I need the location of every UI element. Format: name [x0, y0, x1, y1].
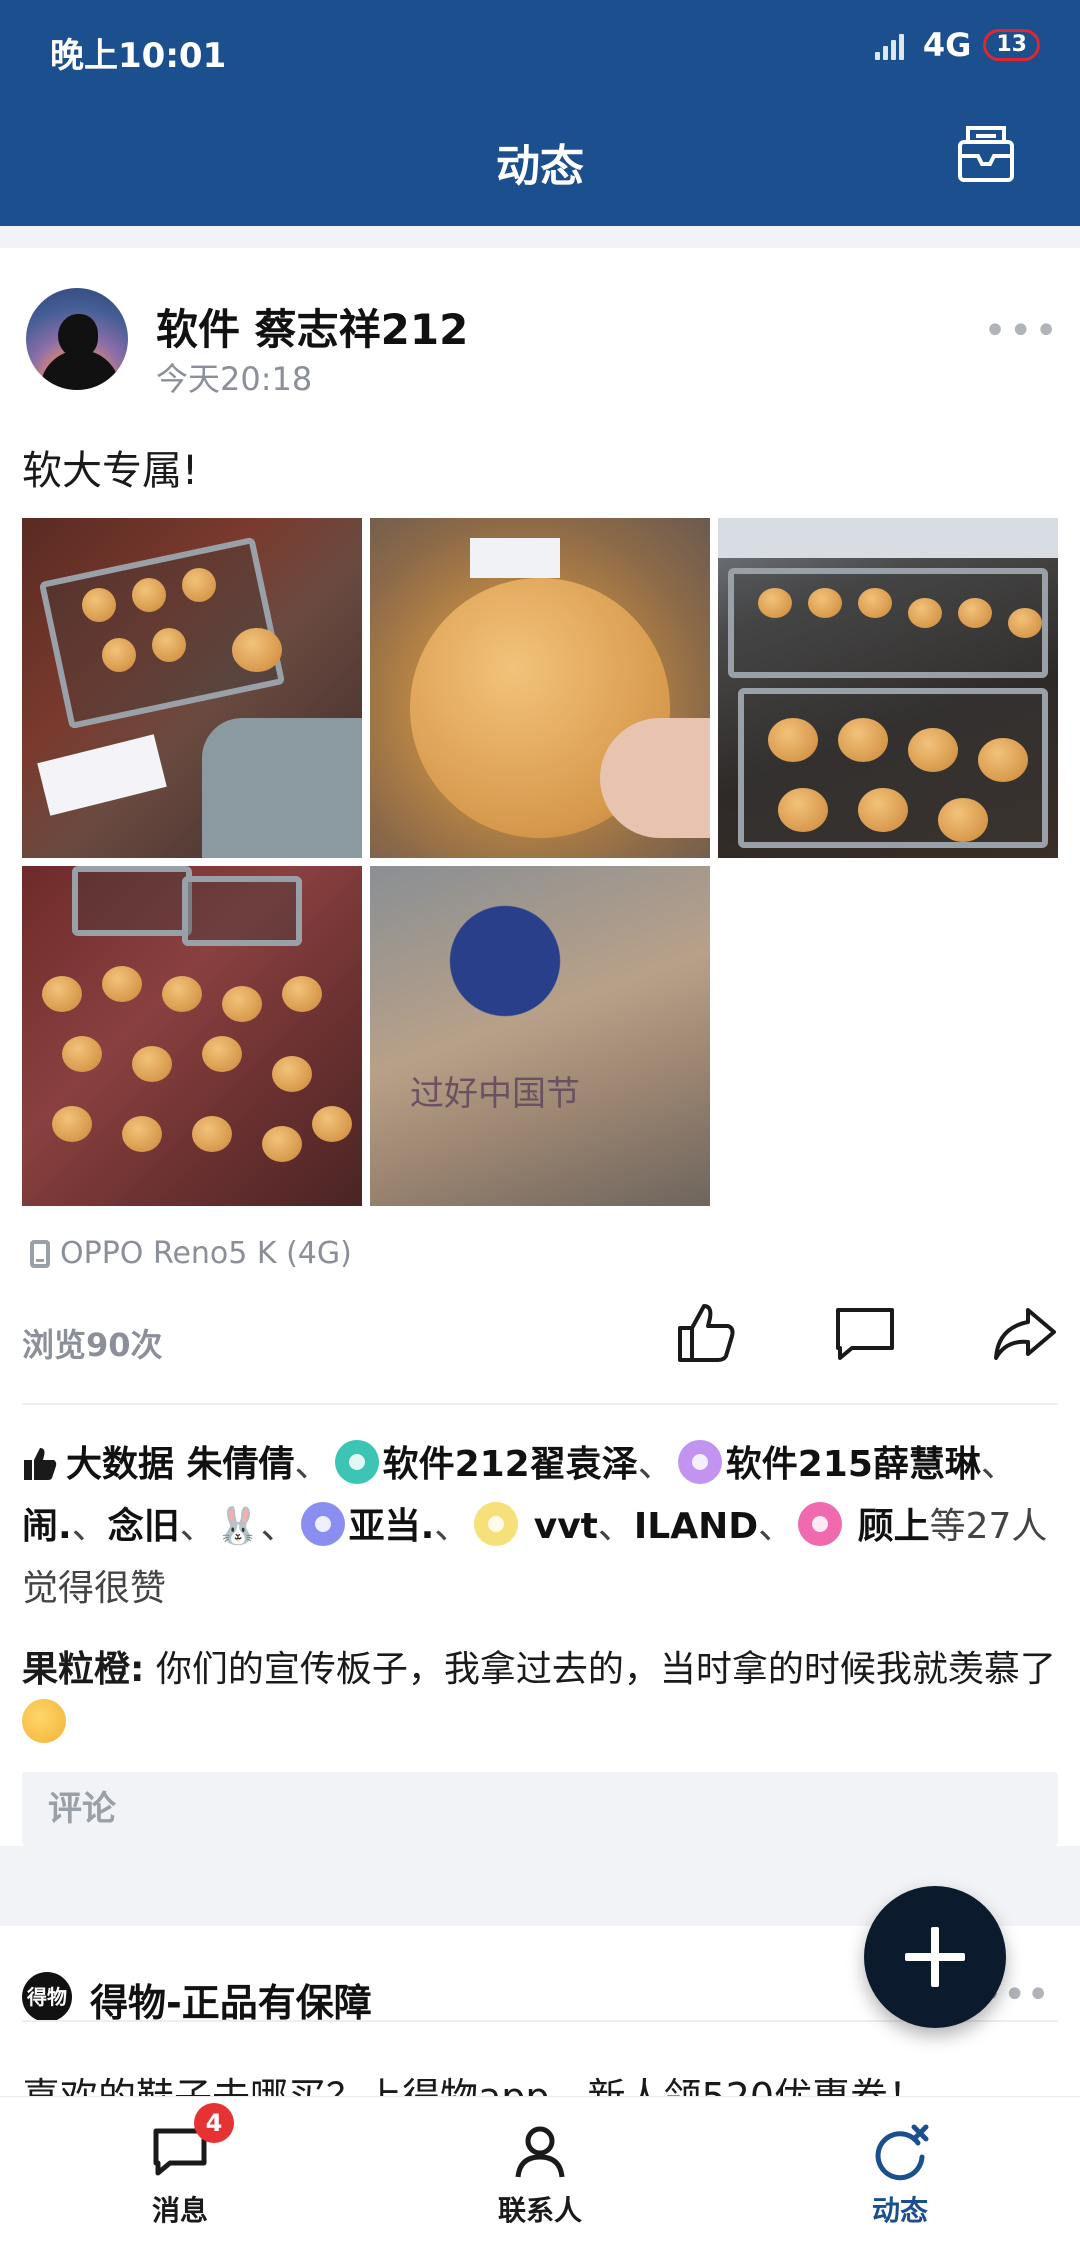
like-button[interactable] — [670, 1298, 740, 1368]
liker-2[interactable]: 软件212翟袁泽 — [383, 1444, 638, 1485]
add-button[interactable] — [864, 1886, 1006, 2028]
phone-icon — [30, 1239, 50, 1268]
liker-9[interactable]: 顾上 — [858, 1506, 930, 1547]
likes-line2: 觉得很赞 — [22, 1568, 167, 1609]
post-image-3[interactable] — [718, 518, 1058, 858]
tab-contacts[interactable]: 联系人 — [440, 2121, 640, 2229]
tab-moments[interactable]: 动态 — [800, 2121, 1000, 2229]
liker-3[interactable]: 软件215薛慧琳 — [726, 1444, 981, 1485]
emoji-icon — [22, 1699, 66, 1743]
liker-8[interactable]: ILAND — [634, 1506, 758, 1547]
liker-6[interactable]: 亚当. — [349, 1506, 435, 1547]
post-image-2[interactable] — [370, 518, 710, 858]
likes-list: 大数据 朱倩倩、 软件212翟袁泽、 软件215薛慧琳、 闹.、念旧、🐰、 亚当.、 v… — [22, 1434, 1058, 1620]
status-bar: 晚上10:01 4G 13 — [0, 0, 1080, 96]
rabbit-icon: 🐰 — [215, 1506, 261, 1547]
network-label: 4G — [922, 26, 972, 64]
person-icon — [515, 2126, 565, 2178]
post-time: 今天20:18 — [156, 360, 313, 398]
liker-1[interactable]: 大数据 朱倩倩 — [66, 1444, 295, 1485]
device-info: OPPO Reno5 K (4G) — [30, 1236, 352, 1271]
top-bar: 晚上10:01 4G 13 动态 — [0, 0, 1080, 226]
tab-bar: 4 消息 联系人 动态 — [0, 2096, 1080, 2248]
emblem-icon — [430, 896, 580, 1026]
badge-icon — [677, 1440, 722, 1484]
liker-7[interactable]: vvt — [534, 1506, 598, 1547]
ad-title[interactable]: 得物-正品有保障 — [90, 1972, 372, 2027]
liker-5[interactable]: 念旧 — [108, 1506, 180, 1547]
tab-label: 动态 — [871, 2194, 928, 2227]
thumb-up-icon — [24, 1448, 57, 1480]
page-title: 动态 — [496, 141, 584, 192]
ad-text: 喜欢的鞋子去哪买？上得物app，新人领520优惠券！ — [22, 2066, 926, 2096]
battery-indicator: 13 — [983, 29, 1040, 61]
badge-icon — [474, 1502, 519, 1546]
comment: 果粒橙: 你们的宣传板子，我拿过去的，当时拿的时候我就羡慕了 — [22, 1644, 1058, 1748]
divider — [22, 1403, 1058, 1405]
inbox-icon[interactable] — [954, 122, 1018, 186]
notification-badge: 4 — [194, 2103, 234, 2143]
comment-button[interactable] — [830, 1298, 900, 1368]
comment-input[interactable]: 评论 — [22, 1772, 1058, 1846]
avatar[interactable] — [26, 288, 128, 390]
post-image-4[interactable] — [22, 866, 362, 1206]
device-label: OPPO Reno5 K (4G) — [60, 1236, 352, 1271]
more-icon[interactable]: ••• — [983, 308, 1060, 354]
image-label: 过好中国节 — [410, 1074, 580, 1114]
view-count: 浏览90次 — [22, 1326, 163, 1364]
refresh-icon — [875, 2124, 929, 2181]
post-card: 软件 蔡志祥212 今天20:18 ••• 软大专属! 过好中国节 OPPO R… — [0, 248, 1080, 1846]
status-right: 4G 13 — [874, 26, 1040, 64]
post-image-1[interactable] — [22, 518, 362, 858]
tab-label: 消息 — [151, 2194, 208, 2227]
tab-messages[interactable]: 4 消息 — [80, 2103, 280, 2229]
share-button[interactable] — [990, 1298, 1060, 1368]
badge-icon — [334, 1440, 379, 1484]
status-time: 晚上10:01 — [50, 36, 227, 76]
image-grid: 过好中国节 — [22, 518, 1058, 1208]
badge-icon — [798, 1502, 843, 1546]
brand-logo: 得物 — [22, 1972, 72, 2022]
comment-author[interactable]: 果粒橙 — [22, 1649, 130, 1690]
liker-4[interactable]: 闹. — [22, 1506, 72, 1547]
comment-text: 你们的宣传板子，我拿过去的，当时拿的时候我就羡慕了 — [144, 1649, 1056, 1690]
tab-label: 联系人 — [497, 2194, 582, 2227]
badge-icon — [300, 1502, 345, 1546]
signal-icon — [874, 30, 911, 60]
likes-suffix: 等27人 — [929, 1506, 1048, 1547]
post-text: 软大专属! — [22, 448, 199, 494]
post-author[interactable]: 软件 蔡志祥212 — [156, 296, 468, 357]
post-image-5[interactable]: 过好中国节 — [370, 866, 710, 1206]
